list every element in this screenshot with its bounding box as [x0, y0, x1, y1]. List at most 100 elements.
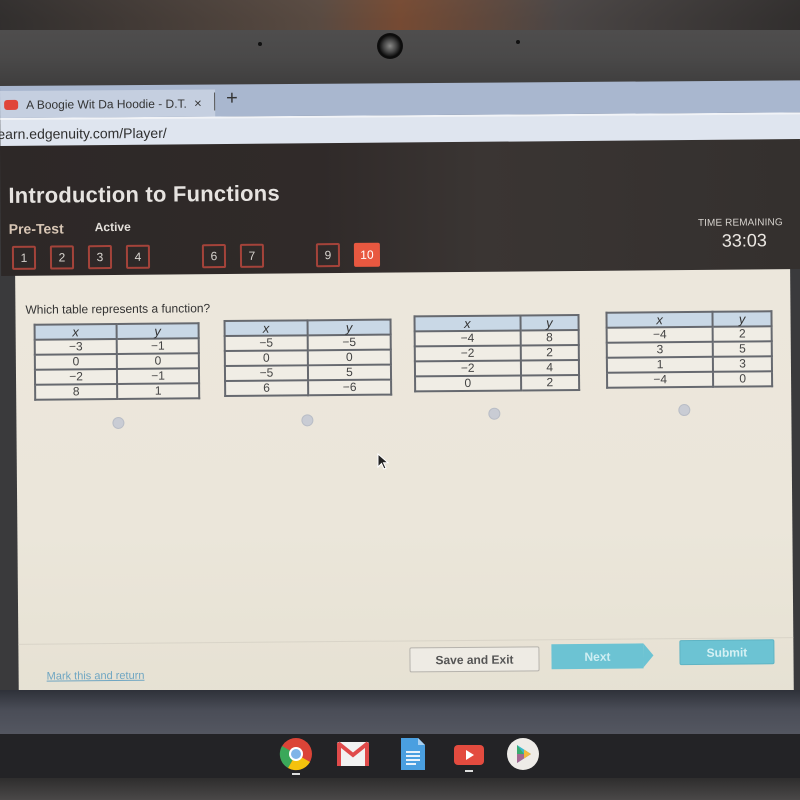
- table-cell: 3: [606, 341, 714, 358]
- table-cell: −4: [606, 326, 713, 343]
- table-cell: −5: [224, 335, 308, 352]
- table-cell: 5: [712, 341, 772, 357]
- table-cell: 0: [116, 353, 199, 369]
- question-button-9[interactable]: 9: [315, 243, 341, 268]
- mouse-pointer-icon: [377, 453, 390, 470]
- gmail-icon[interactable]: [336, 737, 370, 771]
- docs-icon[interactable]: [396, 737, 430, 771]
- youtube-icon: [4, 99, 19, 110]
- question-button-1[interactable]: 1: [11, 245, 37, 270]
- table-cell: 2: [520, 344, 579, 361]
- close-tab-icon[interactable]: ×: [194, 96, 202, 111]
- table-cell: −5: [224, 365, 309, 382]
- table-cell: 0: [415, 375, 521, 392]
- table-header-y: y: [520, 314, 579, 331]
- running-indicator: [465, 770, 473, 772]
- question-prompt: Which table represents a function?: [25, 301, 211, 317]
- option-radio-b[interactable]: [301, 414, 314, 427]
- question-button-2[interactable]: 2: [49, 245, 75, 270]
- table-cell: 5: [307, 364, 392, 381]
- next-button[interactable]: Next: [551, 643, 644, 670]
- next-arrow-icon[interactable]: [643, 643, 654, 668]
- question-button-7[interactable]: 7: [239, 243, 265, 268]
- table-row: 02: [415, 374, 580, 392]
- table-header-x: x: [224, 320, 308, 337]
- table-cell: 8: [35, 383, 118, 400]
- time-remaining-label: TIME REMAINING: [697, 217, 783, 229]
- question-button-6[interactable]: 6: [201, 244, 227, 269]
- table-cell: −6: [308, 379, 392, 396]
- laptop-bezel-bottom: [0, 778, 800, 800]
- table-header-y: y: [307, 319, 391, 336]
- table-cell: 1: [606, 356, 714, 373]
- table-cell: −2: [34, 368, 118, 385]
- background-scene: [0, 0, 800, 30]
- table-row: −2 −1: [34, 368, 200, 385]
- option-table-d: xy −4 2 35 13 −4 0: [605, 310, 773, 388]
- table-row: −5 −5: [224, 334, 391, 352]
- table-cell: 0: [224, 350, 308, 367]
- table-row: 35: [606, 341, 772, 358]
- running-indicator: [292, 773, 300, 775]
- table-row: 6 −6: [225, 379, 392, 397]
- play-store-icon[interactable]: [506, 737, 540, 771]
- url-text[interactable]: earn.edgenuity.com/Player/: [0, 125, 167, 142]
- table-cell: 6: [225, 380, 309, 397]
- table-cell: 2: [712, 326, 772, 342]
- table-cell: 0: [307, 349, 391, 366]
- table-row: −2 4: [414, 359, 580, 377]
- table-row: −5 5: [224, 364, 392, 382]
- question-button-10-current[interactable]: 10: [353, 242, 381, 267]
- browser-tab[interactable]: A Boogie Wit Da Hoodie - D.T.B/I ×: [0, 89, 216, 118]
- tab-strip: A Boogie Wit Da Hoodie - D.T.B/I × +: [0, 80, 800, 118]
- footer-divider: [18, 637, 794, 645]
- app-header: Introduction to Functions Pre-Test Activ…: [0, 139, 800, 276]
- table-cell: −4: [414, 330, 521, 347]
- assessment-status: Active: [94, 219, 131, 235]
- desktop-wallpaper: [0, 690, 800, 740]
- time-remaining-value: 33:03: [721, 230, 767, 251]
- table-row: −3 −1: [34, 338, 199, 355]
- option-table-b: xy −5 −5 00 −5 5 6 −6: [224, 319, 393, 397]
- table-row: 81: [35, 383, 200, 400]
- table-row: −2 2: [414, 344, 579, 362]
- option-radio-a[interactable]: [112, 416, 125, 430]
- webcam-icon: [377, 33, 403, 59]
- question-button-3[interactable]: 3: [87, 245, 113, 270]
- table-cell: −2: [414, 360, 521, 377]
- table-cell: 0: [34, 353, 117, 370]
- option-radio-d[interactable]: [678, 403, 691, 417]
- tab-separator: [214, 92, 216, 111]
- save-and-exit-button[interactable]: Save and Exit: [409, 646, 540, 673]
- table-header-x: x: [606, 311, 713, 328]
- youtube-icon[interactable]: [452, 737, 486, 771]
- table-cell: 2: [520, 374, 580, 391]
- new-tab-button[interactable]: +: [226, 87, 238, 110]
- chrome-icon[interactable]: [279, 737, 313, 771]
- laptop-screen-photo: A Boogie Wit Da Hoodie - D.T.B/I × + ear…: [0, 0, 800, 800]
- mark-and-return-link[interactable]: Mark this and return: [47, 670, 145, 683]
- table-header-y: y: [116, 323, 199, 339]
- table-row: 00: [34, 353, 199, 370]
- assessment-type: Pre-Test: [8, 220, 64, 237]
- table-cell: −4: [607, 371, 714, 388]
- tab-title: A Boogie Wit Da Hoodie - D.T.B/I: [26, 96, 187, 112]
- table-header-y: y: [712, 311, 772, 327]
- table-row: 13: [606, 356, 772, 373]
- table-cell: 0: [713, 371, 773, 387]
- table-row: −4 0: [607, 371, 773, 388]
- bezel-sensor: [516, 40, 520, 44]
- question-button-4[interactable]: 4: [125, 244, 151, 269]
- option-table-c: xy −4 8 −2 2 −2 4 02: [413, 314, 580, 392]
- submit-button[interactable]: Submit: [679, 639, 775, 666]
- table-row: −4 2: [606, 326, 772, 343]
- edgenuity-player: Introduction to Functions Pre-Test Activ…: [0, 139, 800, 706]
- option-radio-c[interactable]: [488, 407, 501, 420]
- table-cell: 4: [520, 359, 580, 376]
- table-cell: 3: [713, 356, 772, 372]
- table-header-x: x: [34, 323, 117, 340]
- table-cell: −1: [116, 368, 200, 384]
- table-cell: −3: [34, 338, 117, 355]
- table-row: −4 8: [414, 329, 579, 347]
- browser-window: A Boogie Wit Da Hoodie - D.T.B/I × + ear…: [0, 80, 800, 148]
